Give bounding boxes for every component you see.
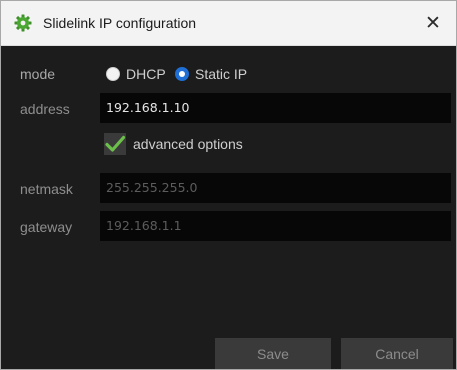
netmask-label: netmask — [20, 181, 73, 197]
cancel-button[interactable]: Cancel — [341, 338, 453, 369]
close-button[interactable]: ✕ — [410, 1, 456, 45]
netmask-field[interactable]: 255.255.255.0 — [100, 173, 451, 203]
advanced-options-label: advanced options — [133, 136, 243, 152]
close-icon: ✕ — [425, 12, 441, 34]
radio-static-ip[interactable]: Static IP — [175, 65, 247, 83]
radio-static-ip-label: Static IP — [195, 66, 248, 82]
title-bar[interactable]: Slidelink IP configuration ✕ — [1, 1, 456, 46]
gateway-field[interactable]: 192.168.1.1 — [100, 211, 451, 241]
address-field[interactable]: 192.168.1.10 — [100, 93, 451, 123]
checkmark-icon — [105, 135, 126, 152]
save-button[interactable]: Save — [215, 338, 331, 369]
window-title: Slidelink IP configuration — [43, 15, 197, 31]
radio-dhcp[interactable]: DHCP — [106, 65, 166, 83]
gear-icon — [14, 14, 32, 32]
mode-label: mode — [20, 66, 56, 82]
address-label: address — [20, 101, 70, 117]
radio-dhcp-label: DHCP — [126, 66, 166, 82]
radio-dhcp-indicator[interactable] — [106, 67, 120, 81]
radio-static-ip-indicator[interactable] — [175, 67, 189, 81]
advanced-options-toggle[interactable]: advanced options — [104, 132, 243, 156]
dialog-window: Slidelink IP configuration ✕ mode DHCP S… — [0, 0, 457, 370]
advanced-options-checkbox[interactable] — [104, 133, 126, 155]
gateway-label: gateway — [20, 219, 73, 235]
